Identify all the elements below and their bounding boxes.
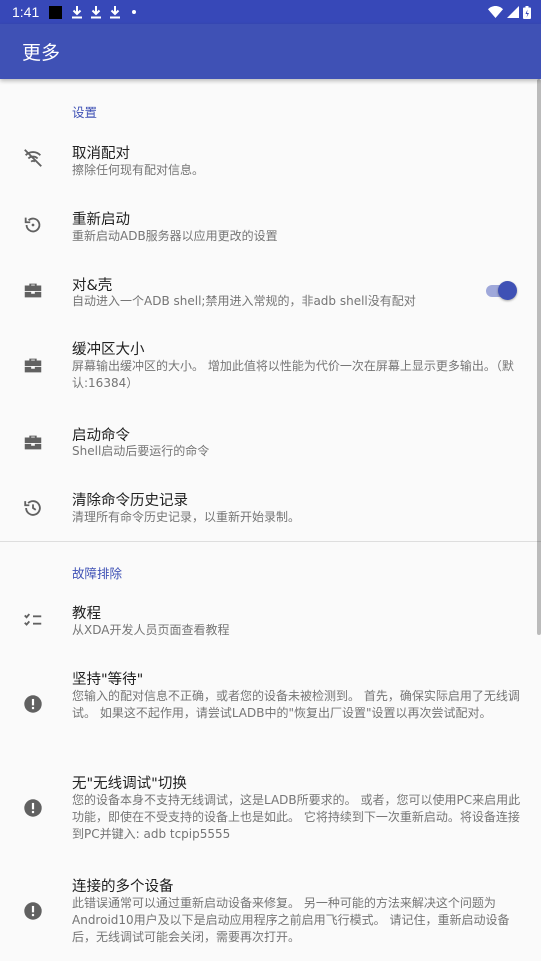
status-bar: 1:41	[0, 0, 541, 24]
status-time: 1:41	[12, 4, 40, 20]
pref-summary: 擦除任何现有配对信息。	[72, 163, 205, 177]
pref-title: 缓冲区大小	[72, 342, 145, 358]
pref-summary: 从XDA开发人员页面查看教程	[72, 623, 230, 637]
pref-title: 坚持"等待"	[72, 672, 144, 688]
pref-summary: 自动进入一个ADB shell;禁用进入常规的，非adb shell没有配对	[72, 294, 416, 308]
pref-no-wireless-debugging[interactable]: 无"无线调试"切换 您的设备本身不支持无线调试，这是LADB所要求的。 或者，您…	[0, 764, 541, 860]
pref-summary: 您输入的配对信息不正确，或者您的设备未被检测到。 首先，确保实际启用了无线调试。…	[72, 689, 520, 720]
pref-stuck-waiting[interactable]: 坚持"等待" 您输入的配对信息不正确，或者您的设备未被检测到。 首先，确保实际启…	[0, 660, 541, 756]
pref-summary: 清理所有命令历史记录，以重新开始录制。	[72, 510, 301, 524]
battery-icon	[523, 5, 531, 19]
pref-startup-command[interactable]: 启动命令 Shell启动后要运行的命令	[0, 418, 541, 474]
no-pairing-icon	[22, 147, 44, 169]
pref-title: 重新启动	[72, 212, 130, 228]
alert-icon	[22, 797, 44, 819]
pref-auto-shell[interactable]: 对&壳 自动进入一个ADB shell;禁用进入常规的，非adb shell没有…	[0, 264, 541, 322]
checklist-icon	[22, 609, 44, 631]
alert-icon	[22, 693, 44, 715]
toolbox-icon	[22, 280, 44, 302]
section-divider	[0, 541, 541, 542]
pref-summary: 您的设备本身不支持无线调试，这是LADB所要求的。 或者，您可以使用PC来启用此…	[72, 793, 521, 841]
toolbox-icon	[22, 355, 44, 377]
alert-icon	[22, 900, 44, 922]
app-bar: 更多	[0, 24, 541, 79]
pref-summary: 屏幕输出缓冲区的大小。 增加此值将以性能为代价一次在屏幕上显示更多输出。（默认:…	[72, 359, 514, 390]
pref-summary: 此错误通常可以通过重新启动设备来修复。 另一种可能的方法来解决这个问题为Andr…	[72, 896, 510, 944]
section-header-troubleshooting: 故障排除	[72, 566, 123, 581]
pref-title: 清除命令历史记录	[72, 493, 188, 509]
notification-square-icon	[49, 5, 63, 19]
page-title: 更多	[22, 42, 61, 64]
pref-summary: 重新启动ADB服务器以应用更改的设置	[72, 229, 278, 243]
auto-shell-switch[interactable]	[486, 280, 517, 300]
history-icon	[22, 497, 44, 519]
pref-title: 启动命令	[72, 428, 130, 444]
pref-clear-history[interactable]: 清除命令历史记录 清理所有命令历史记录，以重新开始录制。	[0, 480, 541, 540]
pref-title: 无"无线调试"切换	[72, 776, 187, 792]
pref-tutorial[interactable]: 教程 从XDA开发人员页面查看教程	[0, 594, 541, 652]
pref-buffer-size[interactable]: 缓冲区大小 屏幕输出缓冲区的大小。 增加此值将以性能为代价一次在屏幕上显示更多输…	[0, 330, 541, 410]
pref-title: 教程	[72, 606, 101, 622]
signal-icon	[507, 6, 519, 18]
download-icon	[109, 5, 121, 19]
toolbox-icon	[22, 432, 44, 454]
dot-icon	[132, 10, 137, 14]
section-header-settings: 设置	[72, 105, 98, 120]
pref-title: 取消配对	[72, 146, 130, 162]
restart-icon	[22, 214, 44, 236]
pref-title: 连接的多个设备	[72, 879, 174, 895]
pref-restart[interactable]: 重新启动 重新启动ADB服务器以应用更改的设置	[0, 198, 541, 264]
switch-thumb	[498, 281, 517, 300]
wifi-icon	[488, 6, 503, 18]
pref-summary: Shell启动后要运行的命令	[72, 444, 210, 458]
scrollbar[interactable]	[537, 79, 541, 635]
download-icon	[71, 5, 83, 19]
pref-unpair[interactable]: 取消配对 擦除任何现有配对信息。	[0, 132, 541, 198]
download-icon	[90, 5, 102, 19]
pref-title: 对&壳	[72, 278, 113, 294]
pref-multiple-devices[interactable]: 连接的多个设备 此错误通常可以通过重新启动设备来修复。 另一种可能的方法来解决这…	[0, 868, 541, 961]
